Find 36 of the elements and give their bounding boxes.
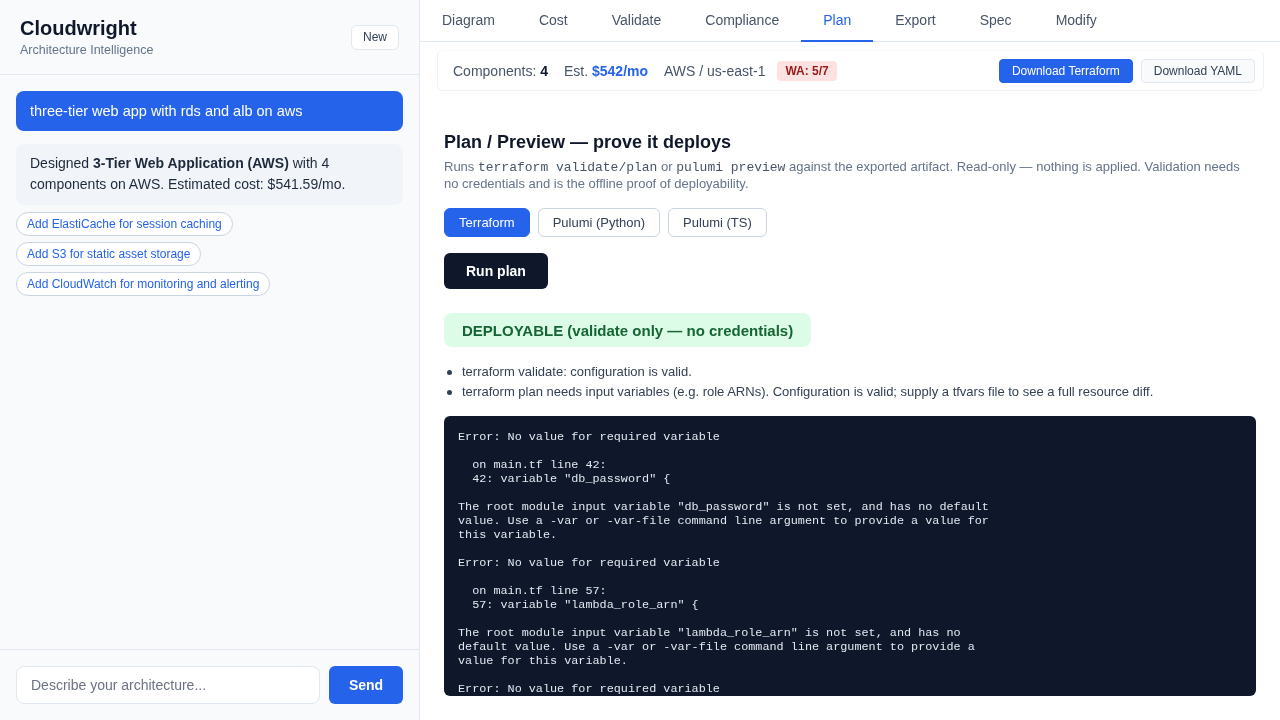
result-note: terraform validate: configuration is valid. [462, 363, 692, 381]
region-label: AWS / us-east-1 [664, 62, 766, 79]
user-message: three-tier web app with rds and alb on aws [16, 91, 403, 131]
bullet-icon [447, 369, 452, 375]
tab[interactable]: Modify [1033, 0, 1119, 42]
plan-output: Error: No value for required variable on main.tf line 42: 42: variable "db_password" { The root module input variable "db_password" is not set, and has no default value. Use a -var or -var-file command line argument to provide a value for this variable. Error: No value for required variable on main.tf line 57: 57: variable "lambda_role_arn" { The root module input variable "lambda_role_arn" is not set, and has no default value. Use a -var or -var-file command line argument to provide a value for this variable. Error: No value for required variable [444, 416, 1256, 696]
app-subtitle: Architecture Intelligence [20, 42, 154, 58]
bullet-icon [447, 389, 452, 395]
assistant-message: Designed 3-Tier Web Application (AWS) with 4 components on AWS. Estimated cost: $541.59/mo. [16, 144, 403, 205]
download-button[interactable]: Download YAML [1140, 58, 1255, 83]
components-count: Components: 4 [453, 62, 548, 79]
suggestion-chip[interactable]: Add CloudWatch for monitoring and alerting [16, 272, 271, 296]
engine-toggle[interactable]: Pulumi (Python) [537, 208, 661, 237]
tab[interactable]: Compliance [683, 0, 802, 42]
result-note: terraform plan needs input variables (e.g. role ARNs). Configuration is valid; supply a tfvars file to see a full resource diff. [462, 383, 1154, 401]
message-input[interactable]: Describe your architecture... [16, 666, 320, 704]
tab[interactable]: Diagram [420, 0, 517, 42]
section-description: Runs terraform validate/plan or pulumi preview against the exported artifact. Read-only — nothing is applied. Validation needs no credentials and is the offline proof of deployability. [444, 159, 1241, 192]
engine-toggle[interactable]: Pulumi (TS) [668, 208, 767, 237]
send-button[interactable]: Send [329, 666, 403, 704]
status-banner: DEPLOYABLE (validate only — no credentials) [444, 313, 812, 347]
suggestion-chip[interactable]: Add S3 for static asset storage [16, 242, 202, 266]
estimated-cost: Est. $542/mo [563, 62, 649, 79]
tab[interactable]: Validate [589, 0, 684, 42]
tab[interactable]: Plan [801, 0, 874, 42]
engine-toggle[interactable]: Terraform [444, 208, 530, 237]
download-button[interactable]: Download Terraform [998, 58, 1133, 83]
new-chat-button[interactable]: New [351, 24, 399, 50]
tab[interactable]: Spec [957, 0, 1034, 42]
suggestion-chip[interactable]: Add ElastiCache for session caching [16, 212, 233, 236]
run-plan-button[interactable]: Run plan [444, 253, 548, 289]
app-title: Cloudwright [20, 16, 138, 40]
tab[interactable]: Export [873, 0, 958, 42]
wa-score-badge: WA: 5/7 [777, 60, 837, 81]
section-title: Plan / Preview — prove it deploys [444, 131, 733, 153]
tab[interactable]: Cost [516, 0, 590, 42]
